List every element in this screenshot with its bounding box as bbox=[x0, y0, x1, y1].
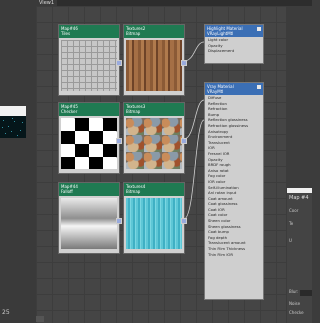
node-type: Bitmap bbox=[126, 31, 141, 36]
slot-label: Sheen color bbox=[208, 218, 231, 224]
rollout-coordinates[interactable]: Coor bbox=[289, 208, 298, 213]
noise-dot bbox=[22, 122, 23, 123]
material-subtitle: VRayMtl bbox=[207, 89, 224, 94]
slot-label: Anl rotan input bbox=[208, 190, 237, 196]
material-slot[interactable]: Thin Film IOR bbox=[205, 252, 263, 258]
output-port[interactable] bbox=[181, 138, 187, 144]
slot-label: Thin Film IOR bbox=[208, 251, 234, 257]
slot-label: Coat glossiness bbox=[208, 201, 238, 207]
slot-label: Displacement bbox=[208, 48, 235, 54]
slot-label: Coat bump bbox=[208, 229, 229, 235]
slot-label: IOR bbox=[208, 145, 215, 151]
bitmap-node-wood[interactable]: Textures2 Bitmap bbox=[123, 24, 187, 96]
slot-label: Fog depth bbox=[208, 234, 228, 240]
slot-label: Bump bbox=[208, 111, 220, 117]
noise-dot bbox=[14, 121, 15, 122]
light-material-node[interactable]: Highlight Material VRayLightMtl Light co… bbox=[204, 24, 264, 64]
pebble-thumbnail bbox=[126, 118, 182, 169]
noise-dot bbox=[2, 127, 3, 128]
slot-label: Opacity bbox=[208, 156, 223, 162]
slot-label: Light color bbox=[208, 37, 229, 42]
slot-label: Aniso rotat bbox=[208, 167, 229, 173]
right-properties-panel: Map #4 Coor Te U Blur: Noise Checke bbox=[287, 188, 312, 323]
slot-label: Diffuse bbox=[208, 95, 222, 100]
map-label: Map #4 bbox=[289, 195, 309, 201]
node-header: Textures3 Bitmap bbox=[124, 103, 184, 116]
left-panel bbox=[0, 0, 36, 323]
scroll-button[interactable] bbox=[36, 316, 44, 322]
node-header: Textures4 Bitmap bbox=[124, 183, 184, 196]
map-node-falloff[interactable]: Map#44 Falloff bbox=[58, 182, 122, 254]
slot-label: BRDF rough bbox=[208, 162, 231, 168]
slot-label: Translucent bbox=[208, 139, 230, 145]
output-port[interactable] bbox=[181, 60, 187, 66]
node-type: Falloff bbox=[61, 189, 73, 194]
material-header: Highlight Material VRayLightMtl bbox=[205, 25, 263, 37]
node-header: Textures2 Bitmap bbox=[124, 25, 184, 38]
node-header: Map#46 Tiles bbox=[59, 25, 119, 38]
slot-label: Translucent amount bbox=[208, 240, 246, 246]
bitmap-node-pebbles[interactable]: Textures3 Bitmap bbox=[123, 102, 187, 174]
slot-label: Refraction bbox=[208, 106, 228, 112]
water-thumbnail bbox=[126, 198, 182, 249]
blur-label: Blur: bbox=[289, 289, 299, 294]
panel-header bbox=[287, 188, 312, 193]
preview-icon[interactable] bbox=[257, 27, 261, 31]
slot-label: IOR color bbox=[208, 178, 226, 184]
rollout-noise[interactable]: Noise bbox=[289, 301, 300, 306]
vray-material-node[interactable]: Vray Material VRayMtl Diffuse Reflection R… bbox=[204, 82, 264, 300]
material-slot-list: Light color Opacity Displacement bbox=[205, 37, 263, 54]
node-type: Tiles bbox=[61, 31, 71, 36]
map-node-checker[interactable]: Map#45 Checker bbox=[58, 102, 122, 174]
slot-label: Thin Film Thickness bbox=[208, 246, 246, 252]
map-node-tiles[interactable]: Map#46 Tiles bbox=[58, 24, 122, 96]
tiles-thumbnail bbox=[61, 40, 117, 91]
slot-label: Coat amount bbox=[208, 195, 233, 201]
noise-dot bbox=[11, 131, 12, 132]
slot-label: Opacity bbox=[208, 42, 223, 48]
output-port[interactable] bbox=[116, 60, 122, 66]
slot-label: Environment bbox=[208, 134, 233, 140]
bitmap-node-water[interactable]: Textures4 Bitmap bbox=[123, 182, 187, 254]
output-port[interactable] bbox=[116, 138, 122, 144]
output-port[interactable] bbox=[181, 218, 187, 224]
slot-label: Sheen glossiness bbox=[208, 223, 241, 229]
material-header: Vray Material VRayMtl bbox=[205, 83, 263, 95]
left-swatch-header bbox=[0, 106, 26, 116]
noise-dot bbox=[3, 120, 4, 121]
output-port[interactable] bbox=[116, 218, 122, 224]
slot-label: Refraction glossiness bbox=[208, 122, 249, 128]
noise-dot bbox=[20, 130, 21, 131]
preview-icon[interactable] bbox=[257, 85, 261, 89]
slot-label: Coat color bbox=[208, 212, 228, 218]
noise-dot bbox=[17, 135, 18, 136]
slot-label: Reflection bbox=[208, 100, 227, 106]
slot-label: Coat IOR bbox=[208, 206, 225, 212]
slot-label: Fresnel IOR bbox=[208, 150, 230, 156]
metal-thumbnail bbox=[61, 198, 117, 249]
noise-dot bbox=[12, 118, 13, 119]
noise-dot bbox=[8, 126, 9, 127]
noise-dot bbox=[5, 133, 6, 134]
slot-label: Reflection glossiness bbox=[208, 117, 248, 123]
blur-input[interactable] bbox=[300, 290, 312, 296]
u-option[interactable]: U bbox=[289, 238, 292, 243]
left-swatch[interactable] bbox=[0, 116, 26, 138]
material-slot[interactable]: Displacement bbox=[205, 48, 263, 54]
node-type: Checker bbox=[61, 109, 78, 114]
node-header: Map#44 Falloff bbox=[59, 183, 119, 196]
material-slot-list: Diffuse Reflection Refraction Bump Reflectio… bbox=[205, 95, 263, 257]
left-bottom-label: 25 bbox=[2, 309, 10, 316]
node-type: Bitmap bbox=[126, 109, 141, 114]
slot-label: Fog color bbox=[208, 173, 226, 179]
texture-option[interactable]: Te bbox=[289, 221, 293, 226]
rollout-checker[interactable]: Checke bbox=[289, 310, 304, 315]
checker-thumbnail bbox=[61, 118, 117, 169]
slot-label: Self-illumination bbox=[208, 184, 239, 190]
slot-label: Anisotropy bbox=[208, 128, 229, 134]
wood-thumbnail bbox=[126, 40, 182, 91]
material-subtitle: VRayLightMtl bbox=[207, 31, 234, 36]
node-header: Map#45 Checker bbox=[59, 103, 119, 116]
node-type: Bitmap bbox=[126, 189, 141, 194]
